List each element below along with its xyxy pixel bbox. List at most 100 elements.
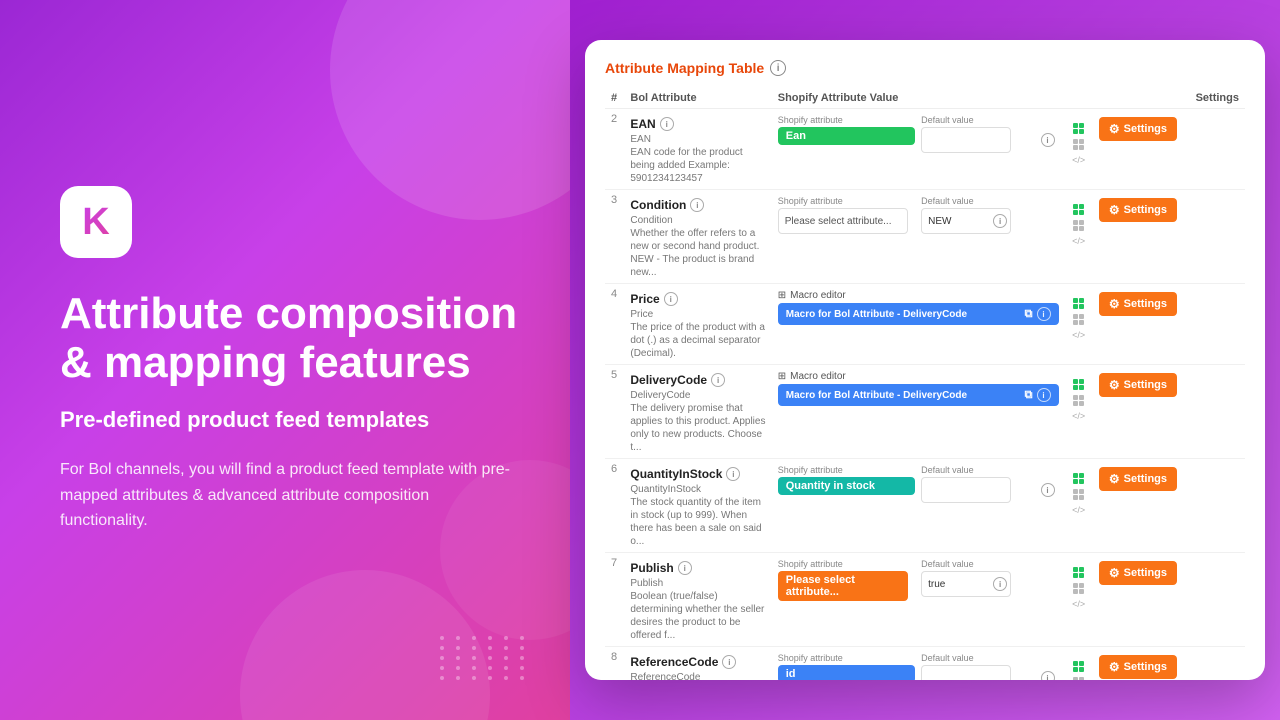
grid2x2-icon[interactable] bbox=[1073, 123, 1084, 134]
hero-title: Attribute composition & mapping features bbox=[60, 290, 520, 387]
grid2x2-icon[interactable] bbox=[1073, 661, 1084, 672]
grid2x2-icon[interactable] bbox=[1073, 567, 1084, 578]
settings-button[interactable]: ⚙ Settings bbox=[1099, 198, 1177, 222]
shopify-tag: Ean bbox=[778, 127, 915, 145]
grid2x2-icon[interactable] bbox=[1073, 298, 1084, 309]
col-hash: # bbox=[605, 88, 624, 109]
card-title: Attribute Mapping Table i bbox=[605, 60, 1245, 76]
macro-copy-icon[interactable]: ⧉ bbox=[1025, 389, 1033, 402]
attr-desc: EANEAN code for the product being added … bbox=[630, 133, 765, 185]
gear-icon: ⚙ bbox=[1109, 472, 1120, 486]
row-icons-cell: </> bbox=[1065, 459, 1093, 553]
attr-name: EAN i bbox=[630, 117, 765, 131]
shopify-attribute-select[interactable]: Please select attribute... bbox=[778, 208, 908, 234]
attr-name: Condition i bbox=[630, 198, 765, 212]
mapping-container: Shopify attribute Please select attribut… bbox=[778, 559, 1059, 601]
settings-button[interactable]: ⚙ Settings bbox=[1099, 655, 1177, 679]
grid2x2-gray-icon[interactable] bbox=[1073, 139, 1084, 150]
default-label: Default value bbox=[921, 465, 1058, 475]
grid2x2-gray-icon[interactable] bbox=[1073, 583, 1084, 594]
shopify-field-group: Shopify attribute id bbox=[778, 653, 915, 680]
settings-button[interactable]: ⚙ Settings bbox=[1099, 561, 1177, 585]
bol-attribute-cell: DeliveryCode i DeliveryCodeThe delivery … bbox=[624, 365, 771, 459]
settings-button[interactable]: ⚙ Settings bbox=[1099, 373, 1177, 397]
bol-attribute-cell: ReferenceCode i ReferenceCodeA value tha… bbox=[624, 647, 771, 681]
grid2x2-icon[interactable] bbox=[1073, 379, 1084, 390]
settings-cell: ⚙ Settings bbox=[1093, 647, 1190, 681]
default-info-icon[interactable]: i bbox=[1041, 671, 1055, 680]
code-icon[interactable]: </> bbox=[1072, 505, 1085, 515]
default-value-input[interactable] bbox=[921, 127, 1011, 153]
code-icon[interactable]: </> bbox=[1072, 411, 1085, 421]
settings-cell: ⚙ Settings bbox=[1093, 284, 1190, 365]
default-field-group: Default value i bbox=[921, 465, 1058, 503]
attr-info-icon[interactable]: i bbox=[690, 198, 704, 212]
row-actions: </> bbox=[1071, 655, 1087, 680]
shopify-value-cell: Shopify attribute Please select attribut… bbox=[772, 553, 1065, 647]
macro-value-bar: Macro for Bol Attribute - DeliveryCode ⧉… bbox=[778, 303, 1059, 325]
macro-copy-icon[interactable]: ⧉ bbox=[1025, 308, 1033, 321]
attr-info-icon[interactable]: i bbox=[664, 292, 678, 306]
code-icon[interactable]: </> bbox=[1072, 330, 1085, 340]
row-icons-cell: </> bbox=[1065, 190, 1093, 284]
macro-info-icon[interactable]: i bbox=[1037, 307, 1051, 321]
default-input-wrap: i bbox=[921, 127, 1058, 153]
attr-info-icon[interactable]: i bbox=[660, 117, 674, 131]
row-icons-cell: </> bbox=[1065, 647, 1093, 681]
settings-button[interactable]: ⚙ Settings bbox=[1099, 467, 1177, 491]
shopify-field-label: Shopify attribute bbox=[778, 465, 915, 475]
logo: K bbox=[60, 186, 132, 258]
shopify-field-group: Shopify attribute Ean bbox=[778, 115, 915, 145]
grid2x2-gray-icon[interactable] bbox=[1073, 314, 1084, 325]
mapping-container: Shopify attribute Ean Default value i bbox=[778, 115, 1059, 153]
default-field-group: Default value i bbox=[921, 115, 1058, 153]
default-info-icon[interactable]: i bbox=[1041, 483, 1055, 497]
grid2x2-icon[interactable] bbox=[1073, 473, 1084, 484]
shopify-value-cell: Shopify attribute id Default value i bbox=[772, 647, 1065, 681]
grid2x2-gray-icon[interactable] bbox=[1073, 395, 1084, 406]
settings-button[interactable]: ⚙ Settings bbox=[1099, 292, 1177, 316]
attr-info-icon[interactable]: i bbox=[711, 373, 725, 387]
default-info-icon[interactable]: i bbox=[993, 577, 1007, 591]
code-icon[interactable]: </> bbox=[1072, 599, 1085, 609]
attr-info-icon[interactable]: i bbox=[722, 655, 736, 669]
default-value-input[interactable] bbox=[921, 665, 1011, 680]
attr-name: Publish i bbox=[630, 561, 765, 575]
attr-info-icon[interactable]: i bbox=[726, 467, 740, 481]
grid2x2-gray-icon[interactable] bbox=[1073, 677, 1084, 680]
settings-button[interactable]: ⚙ Settings bbox=[1099, 117, 1177, 141]
table-row: 6 QuantityInStock i QuantityInStockThe s… bbox=[605, 459, 1245, 553]
attr-desc: PriceThe price of the product with a dot… bbox=[630, 308, 765, 360]
macro-info-icon[interactable]: i bbox=[1037, 388, 1051, 402]
attr-desc: PublishBoolean (true/false) determining … bbox=[630, 577, 765, 642]
shopify-field-group: Shopify attribute Please select attribut… bbox=[778, 196, 915, 234]
settings-cell: ⚙ Settings bbox=[1093, 459, 1190, 553]
default-info-icon[interactable]: i bbox=[1041, 133, 1055, 147]
row-icons-cell: </> bbox=[1065, 109, 1093, 190]
default-value-input[interactable] bbox=[921, 477, 1011, 503]
row-actions: </> bbox=[1071, 117, 1087, 165]
code-icon[interactable]: </> bbox=[1072, 236, 1085, 246]
logo-letter: K bbox=[82, 201, 109, 244]
shopify-field-group: Shopify attribute Quantity in stock bbox=[778, 465, 915, 495]
gear-icon: ⚙ bbox=[1109, 660, 1120, 674]
grid2x2-gray-icon[interactable] bbox=[1073, 220, 1084, 231]
grid2x2-icon[interactable] bbox=[1073, 204, 1084, 215]
macro-label: ⊞ Macro editor bbox=[778, 290, 1059, 301]
col-shopify: Shopify Attribute Value bbox=[772, 88, 1190, 109]
card-info-icon[interactable]: i bbox=[770, 60, 786, 76]
default-input-wrap: i bbox=[921, 208, 1011, 234]
default-field-group: Default value i bbox=[921, 196, 1058, 234]
table-row: 3 Condition i ConditionWhether the offer… bbox=[605, 190, 1245, 284]
settings-cell: ⚙ Settings bbox=[1093, 109, 1190, 190]
grid2x2-gray-icon[interactable] bbox=[1073, 489, 1084, 500]
attribute-table: # Bol Attribute Shopify Attribute Value … bbox=[605, 88, 1245, 680]
default-info-icon[interactable]: i bbox=[993, 214, 1007, 228]
settings-cell: ⚙ Settings bbox=[1093, 553, 1190, 647]
attr-info-icon[interactable]: i bbox=[678, 561, 692, 575]
code-icon[interactable]: </> bbox=[1072, 155, 1085, 165]
shopify-field-label: Shopify attribute bbox=[778, 196, 915, 206]
bol-attribute-cell: Publish i PublishBoolean (true/false) de… bbox=[624, 553, 771, 647]
default-input-wrap: i bbox=[921, 477, 1058, 503]
shopify-tag: Quantity in stock bbox=[778, 477, 915, 495]
